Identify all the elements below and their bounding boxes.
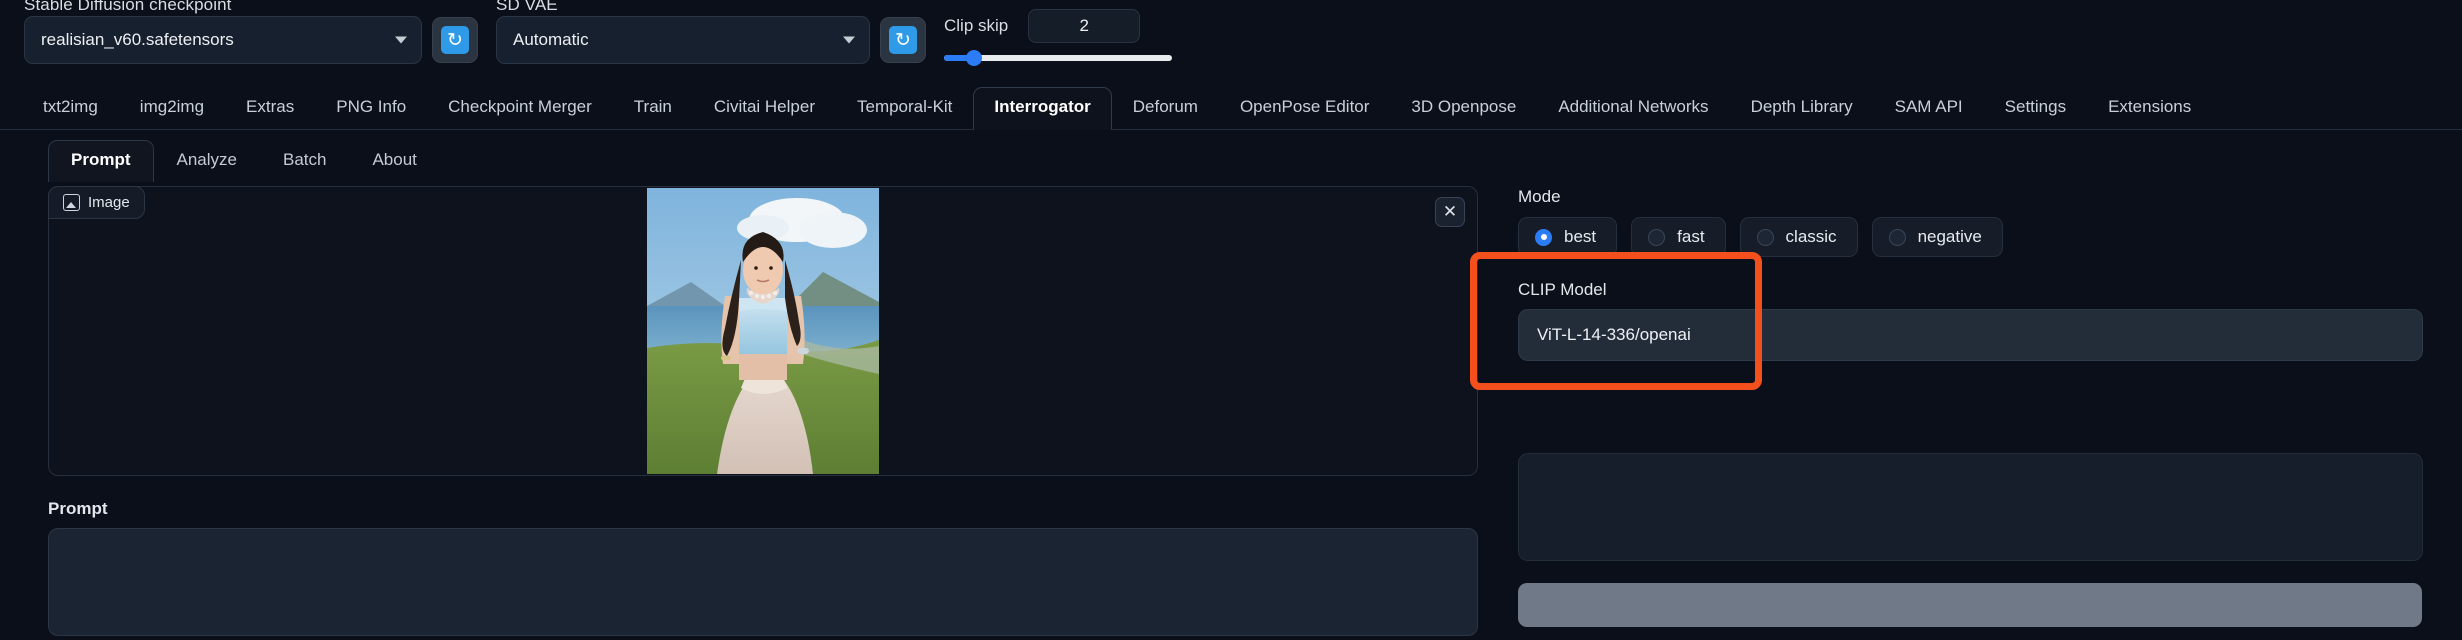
clip-model-dropdown[interactable]: ViT-L-14-336/openai [1518, 309, 2423, 361]
tab-train[interactable]: Train [613, 87, 693, 129]
right-column: Mode best fast classic negative CLIP Mod… [1500, 176, 2462, 640]
tab-settings[interactable]: Settings [1984, 87, 2087, 129]
tab-temporal-kit[interactable]: Temporal-Kit [836, 87, 973, 129]
sub-tab-bar: Prompt Analyze Batch About [0, 130, 2462, 182]
mode-radio-group: best fast classic negative [1518, 217, 2422, 257]
prompt-textarea[interactable] [48, 528, 1478, 636]
checkpoint-value: realisian_v60.safetensors [41, 30, 234, 49]
mode-label: Mode [1518, 187, 1561, 206]
tab-depth-library[interactable]: Depth Library [1730, 87, 1874, 129]
tab-img2img[interactable]: img2img [119, 87, 225, 129]
clip-skip-slider[interactable] [944, 50, 1172, 66]
vae-refresh-button[interactable]: ↻ [880, 17, 926, 63]
tab-txt2img[interactable]: txt2img [22, 87, 119, 129]
mode-option-label: best [1564, 227, 1597, 246]
radio-icon [1888, 228, 1906, 246]
refresh-icon: ↻ [889, 26, 917, 54]
mode-option-label: fast [1677, 227, 1705, 246]
tab-sam-api[interactable]: SAM API [1874, 87, 1984, 129]
secondary-action-button[interactable] [1518, 583, 2422, 627]
main-tab-bar: txt2img img2img Extras PNG Info Checkpoi… [0, 78, 2462, 130]
uploaded-image-preview[interactable] [647, 188, 879, 474]
left-column: Image ✕ Prompt [0, 176, 1500, 640]
clip-skip-group: Clip skip 2 [944, 9, 1174, 66]
clip-skip-value-input[interactable]: 2 [1028, 9, 1141, 43]
mode-option-fast[interactable]: fast [1631, 217, 1726, 257]
checkpoint-group: Stable Diffusion checkpoint realisian_v6… [24, 0, 478, 64]
clip-skip-header: Clip skip 2 [944, 9, 1174, 43]
interrogator-content: Image ✕ Prompt Mode best fast classic ne… [0, 176, 2462, 640]
slider-handle[interactable] [966, 50, 982, 66]
close-icon[interactable]: ✕ [1435, 197, 1465, 227]
mode-option-negative[interactable]: negative [1871, 217, 2003, 257]
right-panel-placeholder [1518, 453, 2423, 561]
vae-group: SD VAE Automatic ↻ [496, 0, 926, 64]
right-button-row [1518, 583, 2422, 627]
checkpoint-label: Stable Diffusion checkpoint [24, 0, 232, 14]
image-drop-panel[interactable]: Image ✕ [48, 186, 1478, 476]
tab-checkpoint-merger[interactable]: Checkpoint Merger [427, 87, 613, 129]
prompt-label: Prompt [48, 499, 108, 518]
radio-icon [1535, 228, 1552, 246]
stable-diffusion-webui: Stable Diffusion checkpoint realisian_v6… [0, 0, 2462, 640]
tab-interrogator[interactable]: Interrogator [973, 87, 1112, 130]
tab-civitai-helper[interactable]: Civitai Helper [693, 87, 836, 129]
chevron-down-icon [843, 36, 855, 44]
vae-label: SD VAE [496, 0, 558, 14]
mode-option-classic[interactable]: classic [1739, 217, 1858, 257]
vae-value: Automatic [513, 30, 589, 49]
checkpoint-dropdown[interactable]: realisian_v60.safetensors [24, 16, 422, 64]
mode-option-label: negative [1917, 227, 1982, 246]
clip-model-value: ViT-L-14-336/openai [1537, 325, 1691, 344]
tab-3d-openpose[interactable]: 3D Openpose [1390, 87, 1537, 129]
clip-skip-label: Clip skip [944, 16, 1009, 35]
radio-icon [1756, 228, 1774, 246]
tab-extensions[interactable]: Extensions [2087, 87, 2212, 129]
clip-model-label: CLIP Model [1518, 280, 1607, 299]
image-preview-wrap [49, 187, 1477, 475]
vae-row: Automatic ↻ [496, 16, 926, 64]
checkpoint-row: realisian_v60.safetensors ↻ [24, 16, 478, 64]
refresh-icon: ↻ [441, 26, 469, 54]
mode-option-best[interactable]: best [1518, 217, 1618, 257]
tab-png-info[interactable]: PNG Info [315, 87, 427, 129]
vae-dropdown[interactable]: Automatic [496, 16, 870, 64]
radio-icon [1648, 228, 1666, 246]
chevron-down-icon [395, 36, 407, 44]
tab-deforum[interactable]: Deforum [1112, 87, 1219, 129]
tab-openpose-editor[interactable]: OpenPose Editor [1219, 87, 1390, 129]
quick-settings-bar: Stable Diffusion checkpoint realisian_v6… [0, 0, 2462, 72]
checkpoint-refresh-button[interactable]: ↻ [432, 17, 478, 63]
tab-extras[interactable]: Extras [225, 87, 315, 129]
mode-option-label: classic [1785, 227, 1837, 246]
tab-additional-networks[interactable]: Additional Networks [1537, 87, 1729, 129]
